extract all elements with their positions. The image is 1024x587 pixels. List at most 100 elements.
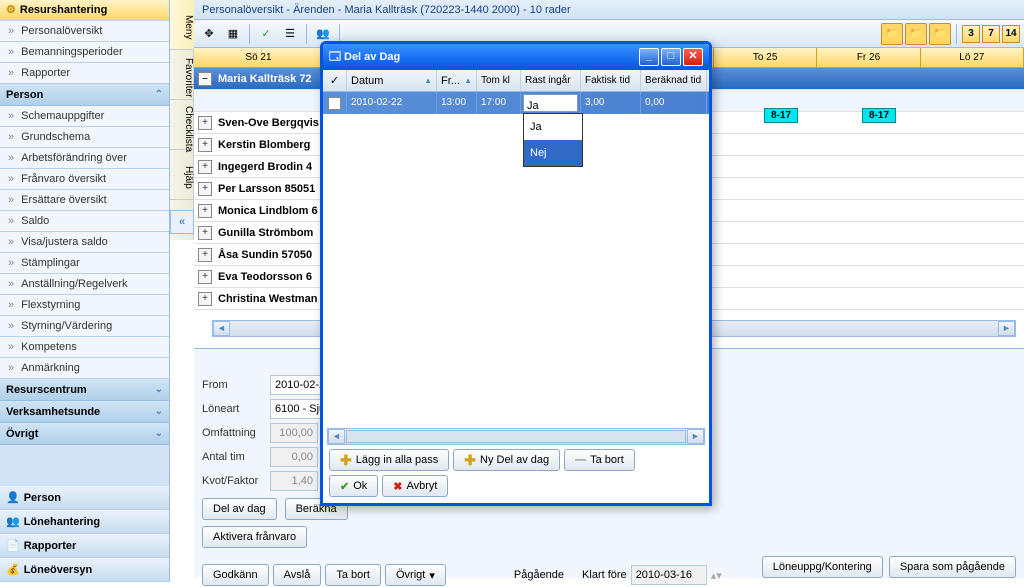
sort-asc-icon: ▲ (424, 70, 432, 92)
scroll-left-icon[interactable]: ◄ (213, 321, 230, 336)
date-num-14[interactable]: 14 (1002, 25, 1020, 43)
dropdown-option-nej[interactable]: Nej (524, 140, 582, 166)
sidebar-personaloversikt[interactable]: Personalöversikt (0, 21, 169, 42)
day-fr26: Fr 26 (817, 48, 920, 67)
sidebar-franvaro[interactable]: Frånvaro översikt (0, 169, 169, 190)
tb-arrows-icon[interactable]: ✥ (198, 23, 220, 45)
rast-dropdown[interactable]: Ja ▾ Ja Nej (523, 94, 578, 112)
check-icon: ✓ (330, 70, 339, 92)
tb-folder2-icon[interactable]: 📁 (905, 23, 927, 45)
sidebar-bottom-loneoversyn[interactable]: 💰 Löneöversyn (0, 558, 169, 582)
sidebar-saldo[interactable]: Saldo (0, 211, 169, 232)
col-check[interactable]: ✓ (323, 70, 347, 91)
sidebar-bottom-person[interactable]: 👤 Person (0, 486, 169, 510)
expand-icon[interactable]: + (198, 138, 212, 152)
time-badge-8-17: 8-17 (764, 108, 798, 123)
sidebar-resurscentrum-header[interactable]: Resurscentrum ⌄ (0, 379, 169, 401)
loneart-label: Löneart (202, 403, 262, 415)
sidebar-resurshantering[interactable]: ⚙ Resurshantering (0, 0, 169, 21)
person-name: Maria Kallträsk 72 (218, 68, 312, 90)
sidebar-person-header[interactable]: Person ⌃ (0, 84, 169, 106)
tb-folder1-icon[interactable]: 📁 (881, 23, 903, 45)
expand-icon[interactable]: + (198, 248, 212, 262)
date-num-3[interactable]: 3 (962, 25, 980, 43)
dialog-titlebar[interactable]: 🗔 Del av Dag _ □ ✕ (323, 44, 709, 70)
sidebar-rapporter[interactable]: Rapporter (0, 63, 169, 84)
spara-button[interactable]: Spara som pågående (889, 556, 1016, 578)
ok-button[interactable]: ✔Ok (329, 475, 378, 497)
tb-grid-icon[interactable]: ▦ (222, 23, 244, 45)
sidebar-ersattare[interactable]: Ersättare översikt (0, 190, 169, 211)
lagg-in-button[interactable]: ✚Lägg in alla pass (329, 449, 449, 471)
date-spinner-icon[interactable]: ▴▾ (711, 569, 722, 582)
chevron-down-icon: ⌄ (155, 401, 163, 423)
date-num-7[interactable]: 7 (982, 25, 1000, 43)
col-beraknad[interactable]: Beräknad tid (641, 70, 707, 91)
aktivera-button[interactable]: Aktivera frånvaro (202, 526, 307, 548)
vtab-hjalp[interactable]: Hjälp (170, 150, 194, 200)
maximize-button[interactable]: □ (661, 48, 681, 66)
sidebar-flexstyrning[interactable]: Flexstyrning (0, 295, 169, 316)
col-fr[interactable]: Fr...▲ (437, 70, 477, 91)
loneuppg-button[interactable]: Löneuppg/Kontering (762, 556, 883, 578)
godkann-button[interactable]: Godkänn (202, 564, 269, 586)
vtab-favoriter[interactable]: Favoriter (170, 50, 194, 100)
expand-icon[interactable]: + (198, 292, 212, 306)
dropdown-option-ja[interactable]: Ja (524, 114, 582, 140)
klart-date-input[interactable] (631, 565, 707, 585)
sidebar-kompetens[interactable]: Kompetens (0, 337, 169, 358)
tb-check-icon[interactable]: ✓ (255, 23, 277, 45)
label: Resurshantering (20, 0, 107, 21)
row-checkbox[interactable] (328, 97, 341, 110)
vtab-checklista[interactable]: Checklista (170, 100, 194, 150)
sidebar-styrning[interactable]: Styrning/Värdering (0, 316, 169, 337)
expand-icon[interactable]: + (198, 226, 212, 240)
sidebar-anstallning[interactable]: Anställning/Regelverk (0, 274, 169, 295)
col-tom[interactable]: Tom kl (477, 70, 521, 91)
expand-icon[interactable]: + (198, 160, 212, 174)
expand-icon[interactable]: + (198, 204, 212, 218)
del-av-dag-dialog: 🗔 Del av Dag _ □ ✕ ✓ Datum▲ Fr...▲ Tom k… (320, 41, 712, 506)
collapse-sidebar-button[interactable]: « (170, 210, 194, 234)
dialog-horizontal-scrollbar[interactable]: ◄ ► (327, 428, 705, 445)
sidebar-bemanningsperioder[interactable]: Bemanningsperioder (0, 42, 169, 63)
tabort-button[interactable]: —Ta bort (564, 449, 635, 471)
sidebar-schemauppgifter[interactable]: Schemauppgifter (0, 106, 169, 127)
sidebar-visa-saldo[interactable]: Visa/justera saldo (0, 232, 169, 253)
sidebar-bottom-lonehantering[interactable]: 👥 Lönehantering (0, 510, 169, 534)
col-faktisk[interactable]: Faktisk tid (581, 70, 641, 91)
del-av-dag-button[interactable]: Del av dag (202, 498, 277, 520)
close-button[interactable]: ✕ (683, 48, 703, 66)
tb-folder3-icon[interactable]: 📁 (929, 23, 951, 45)
avbryt-button[interactable]: ✖Avbryt (382, 475, 448, 497)
sidebar-bottom-rapporter[interactable]: 📄 Rapporter (0, 534, 169, 558)
day-so21: Sö 21 (194, 48, 324, 67)
sidebar-ovrigt-header[interactable]: Övrigt ⌄ (0, 423, 169, 445)
col-datum[interactable]: Datum▲ (347, 70, 437, 91)
minimize-button[interactable]: _ (639, 48, 659, 66)
avsla-button[interactable]: Avslå (273, 564, 322, 586)
sidebar-anmarkning[interactable]: Anmärkning (0, 358, 169, 379)
expand-icon[interactable]: + (198, 270, 212, 284)
grid-row[interactable]: 2010-02-22 13:00 17:00 Ja ▾ Ja Nej 3,00 … (323, 92, 709, 114)
col-rast[interactable]: Rast ingår (521, 70, 581, 91)
expand-icon[interactable]: + (198, 182, 212, 196)
tb-list-icon[interactable]: ☰ (279, 23, 301, 45)
ovrigt-button[interactable]: Övrigt▾ (385, 564, 446, 586)
report-icon: 📄 (6, 534, 20, 558)
sidebar-grundschema[interactable]: Grundschema (0, 127, 169, 148)
vtab-meny[interactable]: Meny (170, 0, 194, 50)
tabort-button[interactable]: Ta bort (325, 564, 381, 586)
sidebar-verksamhet-header[interactable]: Verksamhetsunde ⌄ (0, 401, 169, 423)
scroll-right-icon[interactable]: ► (998, 321, 1015, 336)
scroll-left-icon[interactable]: ◄ (328, 429, 345, 444)
scroll-right-icon[interactable]: ► (687, 429, 704, 444)
ny-del-button[interactable]: ✚Ny Del av dag (453, 449, 560, 471)
collapse-icon[interactable]: – (198, 72, 212, 86)
sidebar-stamplingar[interactable]: Stämplingar (0, 253, 169, 274)
sidebar-arbetsforandring[interactable]: Arbetsförändring över (0, 148, 169, 169)
time-badge-8-17: 8-17 (862, 108, 896, 123)
chevron-up-icon: ⌃ (155, 84, 163, 106)
kvot-label: Kvot/Faktor (202, 475, 262, 487)
expand-icon[interactable]: + (198, 116, 212, 130)
